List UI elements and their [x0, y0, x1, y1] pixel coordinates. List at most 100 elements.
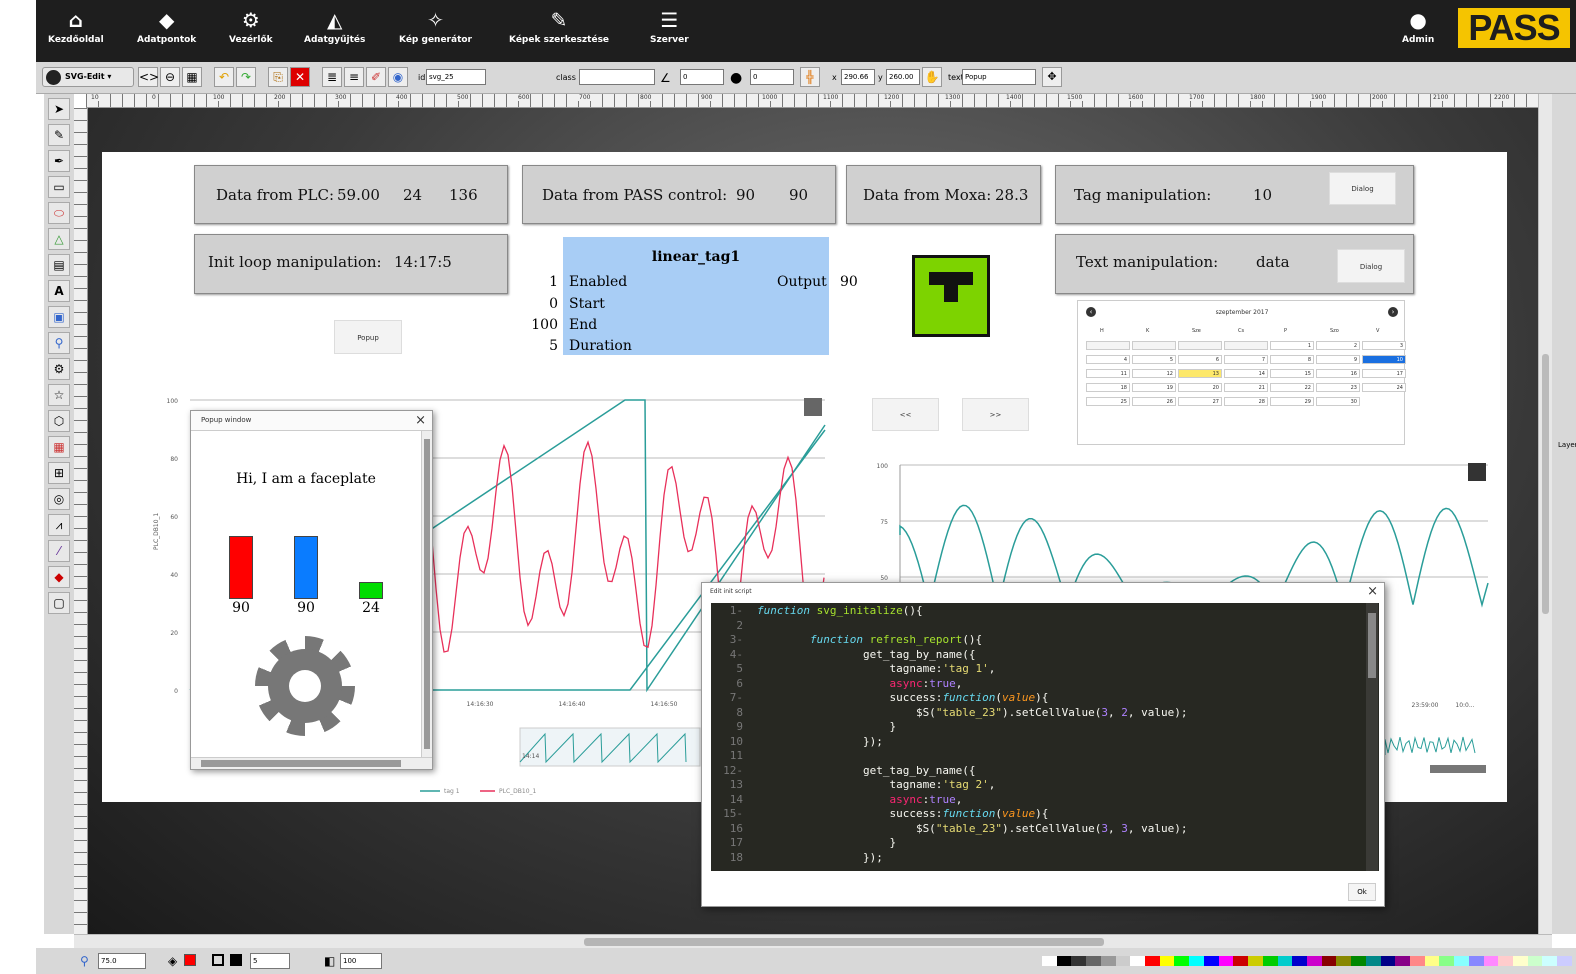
code-line[interactable]: 11 — [711, 750, 747, 762]
popup-titlebar[interactable]: Popup window × — [191, 411, 432, 431]
code-line[interactable]: 18 }); — [711, 851, 883, 864]
calendar-day[interactable]: 23 — [1316, 383, 1360, 392]
layers-panel-toggle[interactable]: Layers — [1552, 94, 1576, 934]
nav-server[interactable]: ☰ Szerver — [650, 8, 689, 45]
nav-home[interactable]: ⌂ Kezdőoldal — [48, 8, 104, 45]
editor-scroll-thumb[interactable] — [1368, 613, 1376, 678]
link-icon[interactable]: ◉ — [388, 67, 408, 87]
calendar-day[interactable]: 30 — [1316, 397, 1360, 406]
palette-swatch[interactable] — [1071, 956, 1087, 966]
undo-icon[interactable]: ↶ — [214, 67, 234, 87]
calendar-day[interactable]: 18 — [1086, 383, 1130, 392]
palette-swatch[interactable] — [1395, 956, 1410, 966]
pencil-tool-icon[interactable]: ✎ — [48, 124, 70, 146]
color-palette[interactable] — [1042, 956, 1572, 966]
calendar-day[interactable]: 16 — [1316, 369, 1360, 378]
calendar-day[interactable]: 1 — [1270, 341, 1314, 350]
image-tool-icon[interactable]: ▣ — [48, 306, 70, 328]
palette-swatch[interactable] — [1277, 956, 1293, 966]
palette-swatch[interactable] — [1365, 956, 1381, 966]
palette-swatch[interactable] — [1321, 956, 1337, 966]
palette-swatch[interactable] — [1262, 956, 1278, 966]
palette-swatch[interactable] — [1145, 956, 1160, 966]
select-tool-icon[interactable]: ➤ — [48, 98, 70, 120]
code-line[interactable]: 14 async:true, — [711, 793, 963, 806]
calendar-day[interactable]: 13 — [1178, 369, 1222, 378]
calendar-day[interactable]: 5 — [1132, 355, 1176, 364]
code-line[interactable]: 10 }); — [711, 735, 883, 748]
nav-controllers[interactable]: ⚙ Vezérlők — [229, 8, 273, 45]
shape-tool-icon[interactable]: ◆ — [48, 566, 70, 588]
calendar-day[interactable]: 15 — [1270, 369, 1314, 378]
code-line[interactable]: 2 — [711, 619, 747, 632]
linear-tag-block[interactable]: linear_tag1 Enabled Start End Duration O… — [563, 237, 829, 355]
calendar-day[interactable]: 27 — [1178, 397, 1222, 406]
ellipse-tool-icon[interactable]: ⬭ — [48, 202, 70, 224]
code-line[interactable]: 6 async:true, — [711, 677, 962, 690]
popup-button[interactable]: Popup — [334, 320, 402, 354]
status-indicator[interactable] — [912, 255, 990, 337]
calendar-day[interactable]: 28 — [1224, 397, 1268, 406]
palette-swatch[interactable] — [1086, 956, 1101, 966]
palette-swatch[interactable] — [1454, 956, 1469, 966]
palette-swatch[interactable] — [1159, 956, 1175, 966]
plc-data-box[interactable]: Data from PLC: 59.00 24 136 — [194, 165, 508, 224]
code-line[interactable]: 7- success:function(value){ — [711, 692, 1049, 704]
palette-swatch[interactable] — [1115, 956, 1131, 966]
popup-horizontal-scrollbar[interactable] — [191, 757, 432, 769]
palette-swatch[interactable] — [1483, 956, 1499, 966]
palette-swatch[interactable] — [1248, 956, 1263, 966]
calendar-day[interactable]: 26 — [1132, 397, 1176, 406]
delete-icon[interactable]: ✕ — [290, 67, 310, 87]
gears-tool-icon[interactable]: ⚙ — [48, 358, 70, 380]
nav-datapoints[interactable]: ◆ Adatpontok — [137, 8, 196, 45]
x-input[interactable] — [841, 69, 875, 85]
code-line[interactable]: 17 } — [711, 837, 896, 849]
horizontal-scrollbar[interactable] — [74, 934, 1552, 948]
chart-tool-icon[interactable]: ⩘ — [48, 514, 70, 536]
palette-swatch[interactable] — [1189, 956, 1204, 966]
table-tool-icon[interactable]: ⊞ — [48, 462, 70, 484]
init-loop-box[interactable]: Init loop manipulation: 14:17:5 — [194, 234, 508, 294]
popup-horizontal-scroll-thumb[interactable] — [201, 760, 401, 767]
popup-vertical-scrollbar[interactable] — [421, 431, 432, 757]
editor-scrollbar[interactable] — [1366, 603, 1378, 871]
move-bottom-icon[interactable]: ≡ — [344, 67, 364, 87]
nav-imagegen[interactable]: ✧ Kép generátor — [399, 8, 472, 45]
stroke-color-swatch[interactable] — [230, 954, 242, 966]
code-line[interactable]: 9 } — [711, 721, 896, 733]
polygon-tool-icon[interactable]: ⬡ — [48, 410, 70, 432]
next-button[interactable]: >> — [962, 398, 1029, 431]
prev-button[interactable]: << — [872, 398, 939, 431]
palette-swatch[interactable] — [1527, 956, 1543, 966]
align-icon[interactable]: ╬ — [800, 67, 820, 87]
code-line[interactable]: 12- get_tag_by_name({ — [711, 764, 975, 777]
move-top-icon[interactable]: ≣ — [322, 67, 342, 87]
palette-swatch[interactable] — [1130, 956, 1146, 966]
code-editor[interactable]: 1- function svg_initalize(){2 3- function … — [711, 603, 1379, 871]
palette-swatch[interactable] — [1233, 956, 1249, 966]
code-line[interactable]: 15- success:function(value){ — [711, 808, 1048, 820]
ok-button[interactable]: Ok — [1348, 883, 1376, 901]
pass-data-box[interactable]: Data from PASS control: 90 90 — [522, 165, 836, 224]
calendar-day[interactable]: 4 — [1086, 355, 1130, 364]
wireframe-icon[interactable]: ⊖ — [160, 67, 180, 87]
close-icon[interactable]: × — [1367, 584, 1378, 599]
calendar-tool-icon[interactable]: ▦ — [48, 436, 70, 458]
code-line[interactable]: 8 $S("table_23").setCellValue(3, 2, valu… — [711, 706, 1187, 719]
stack-tool-icon[interactable]: ▤ — [48, 254, 70, 276]
blur-input[interactable] — [750, 69, 794, 85]
code-line[interactable]: 3- function refresh_report(){ — [711, 634, 982, 646]
opacity-input[interactable] — [340, 953, 382, 969]
calendar-day[interactable]: 9 — [1316, 355, 1360, 364]
zoom-tool-icon[interactable]: ⚲ — [48, 332, 70, 354]
calendar-day[interactable]: 8 — [1270, 355, 1314, 364]
fill-color-swatch[interactable] — [184, 954, 196, 966]
path-tool-icon[interactable]: △ — [48, 228, 70, 250]
tag-dialog-button[interactable]: Dialog — [1329, 172, 1396, 205]
calendar-day[interactable]: 11 — [1086, 369, 1130, 378]
brush-tool-icon[interactable]: ⁄ — [48, 540, 70, 562]
code-line[interactable]: 4- get_tag_by_name({ — [711, 648, 976, 661]
palette-swatch[interactable] — [1542, 956, 1558, 966]
svg-edit-menu-button[interactable]: SVG-Edit ▾ — [42, 67, 134, 87]
